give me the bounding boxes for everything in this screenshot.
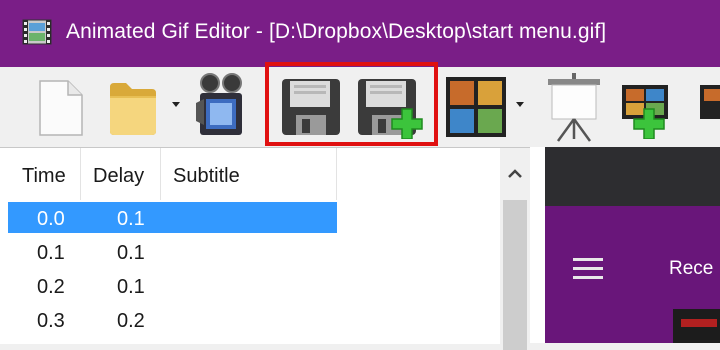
chevron-down-icon[interactable]	[172, 102, 180, 107]
projector-screen-icon	[548, 73, 600, 142]
capture-button[interactable]	[190, 67, 260, 147]
cell-delay: 0.1	[117, 242, 145, 264]
gif-preview: Rece	[545, 147, 720, 343]
vertical-scrollbar[interactable]	[500, 148, 530, 350]
video-camera-icon	[196, 73, 242, 135]
cell-time: 0.0	[37, 208, 65, 230]
open-button[interactable]	[100, 67, 185, 147]
add-frames-button[interactable]	[618, 67, 720, 147]
highlight-box	[265, 62, 438, 146]
column-header-time[interactable]: Time	[10, 148, 81, 200]
cell-delay: 0.2	[117, 310, 145, 332]
chevron-up-icon[interactable]	[500, 148, 530, 198]
table-row[interactable]: 0.2 0.1	[0, 269, 500, 303]
preview-start-menu: Rece	[545, 206, 720, 343]
presentation-button[interactable]	[540, 67, 610, 147]
table-row[interactable]: 0.0 0.1	[0, 201, 500, 235]
title-bar: Animated Gif Editor - [D:\Dropbox\Deskto…	[0, 0, 720, 67]
cell-delay: 0.1	[117, 276, 145, 298]
cell-time: 0.3	[37, 310, 65, 332]
chevron-down-icon[interactable]	[516, 102, 524, 107]
hamburger-menu-icon	[573, 258, 603, 280]
column-header-subtitle[interactable]: Subtitle	[161, 148, 337, 200]
preview-label: Rece	[669, 258, 714, 279]
film-strip-icon	[446, 77, 506, 137]
table-row[interactable]: 0.3 0.2	[0, 303, 500, 337]
splitter[interactable]	[530, 147, 545, 343]
column-header-delay[interactable]: Delay	[81, 148, 161, 200]
window-title: Animated Gif Editor - [D:\Dropbox\Deskto…	[66, 20, 607, 43]
table-row[interactable]: 0.1 0.1	[0, 235, 500, 269]
scroll-thumb[interactable]	[503, 200, 527, 350]
cell-time: 0.2	[37, 276, 65, 298]
frame-list[interactable]: Time Delay Subtitle 0.0 0.1 0.1 0.1 0.2 …	[0, 147, 530, 350]
film-add-icon	[622, 85, 720, 139]
cell-delay: 0.1	[117, 208, 145, 230]
film-app-icon	[22, 19, 52, 45]
cell-time: 0.1	[37, 242, 65, 264]
list-header: Time Delay Subtitle	[0, 148, 500, 200]
frames-button[interactable]	[442, 67, 532, 147]
preview-thumbnail	[673, 309, 720, 343]
folder-icon	[110, 83, 156, 135]
new-document-icon	[39, 80, 83, 136]
new-button[interactable]	[30, 67, 90, 147]
